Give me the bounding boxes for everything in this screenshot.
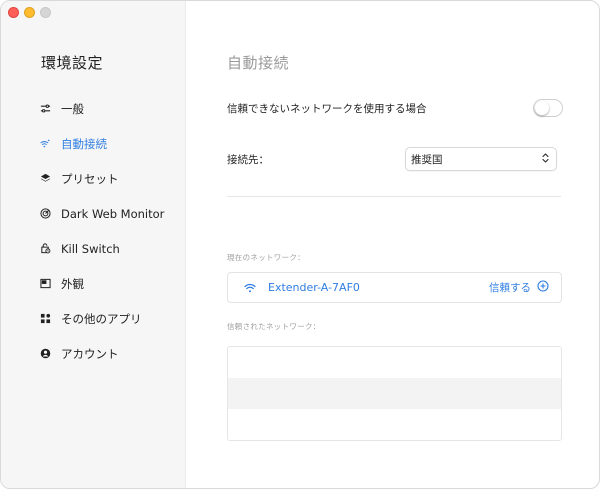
account-icon	[40, 348, 51, 359]
untrusted-network-toggle[interactable]	[533, 99, 563, 117]
destination-select-value: 推奨国	[411, 153, 443, 166]
list-item[interactable]	[228, 409, 561, 440]
sidebar-nav: 一般 自動接続 プリセット Dark Web Monitor Kill Swit…	[1, 91, 186, 371]
divider	[227, 196, 561, 197]
chevron-updown-icon	[541, 152, 550, 167]
sidebar-item-label: 自動接続	[61, 136, 107, 151]
sidebar-item-label: Kill Switch	[61, 241, 120, 256]
wifi-icon	[244, 278, 268, 297]
sidebar-item-label: 一般	[61, 101, 84, 116]
current-network-label: 現在のネットワーク：	[227, 253, 305, 262]
preferences-window: 環境設定 一般 自動接続 プリセット Dark Web Monitor Kill…	[0, 0, 600, 489]
main-panel: 自動接続 信頼できないネットワークを使用する場合 接続先： 推奨国 現在のネット…	[187, 1, 599, 488]
untrusted-network-row: 信頼できないネットワークを使用する場合	[227, 97, 563, 119]
minimize-window-button[interactable]	[24, 7, 35, 18]
sidebar-title: 環境設定	[41, 54, 104, 72]
sidebar-item-label: Dark Web Monitor	[61, 206, 165, 221]
destination-select[interactable]: 推奨国	[405, 147, 557, 171]
page-title: 自動接続	[227, 54, 290, 72]
sidebar-item-general[interactable]: 一般	[1, 91, 186, 126]
radar-icon	[40, 208, 51, 219]
sidebar: 環境設定 一般 自動接続 プリセット Dark Web Monitor Kill…	[1, 1, 186, 488]
list-item[interactable]	[228, 347, 561, 378]
sidebar-item-label: プリセット	[61, 171, 119, 186]
current-network-name: Extender-A-7AF0	[268, 281, 360, 294]
apps-grid-icon	[40, 313, 51, 324]
sidebar-item-account[interactable]: アカウント	[1, 336, 186, 371]
sidebar-item-appearance[interactable]: 外観	[1, 266, 186, 301]
toggle-knob	[535, 101, 549, 115]
window-controls	[8, 7, 51, 18]
sidebar-item-presets[interactable]: プリセット	[1, 161, 186, 196]
trusted-networks-label: 信頼されたネットワーク：	[227, 322, 321, 331]
sidebar-item-label: その他のアプリ	[61, 311, 142, 326]
trust-network-button[interactable]: 信頼する	[489, 280, 549, 295]
destination-label: 接続先：	[227, 153, 269, 166]
sidebar-item-label: アカウント	[61, 346, 119, 361]
appearance-icon	[40, 278, 51, 289]
wifi-auto-icon	[40, 138, 51, 149]
untrusted-network-label: 信頼できないネットワークを使用する場合	[227, 102, 427, 115]
list-item[interactable]	[228, 378, 561, 409]
current-network-box: Extender-A-7AF0 信頼する	[227, 272, 562, 303]
sidebar-item-kill-switch[interactable]: Kill Switch	[1, 231, 186, 266]
sidebar-item-other-apps[interactable]: その他のアプリ	[1, 301, 186, 336]
sliders-icon	[40, 103, 51, 114]
kill-switch-icon	[40, 243, 51, 254]
trust-button-label: 信頼する	[489, 282, 531, 294]
close-window-button[interactable]	[8, 7, 19, 18]
sidebar-item-dark-web-monitor[interactable]: Dark Web Monitor	[1, 196, 186, 231]
destination-row: 接続先： 推奨国	[227, 147, 557, 171]
plus-circle-icon	[531, 280, 549, 295]
sidebar-item-label: 外観	[61, 276, 84, 291]
trusted-networks-list	[227, 346, 562, 441]
layers-icon	[40, 173, 51, 184]
sidebar-item-auto-connect[interactable]: 自動接続	[1, 126, 186, 161]
maximize-window-button[interactable]	[40, 7, 51, 18]
